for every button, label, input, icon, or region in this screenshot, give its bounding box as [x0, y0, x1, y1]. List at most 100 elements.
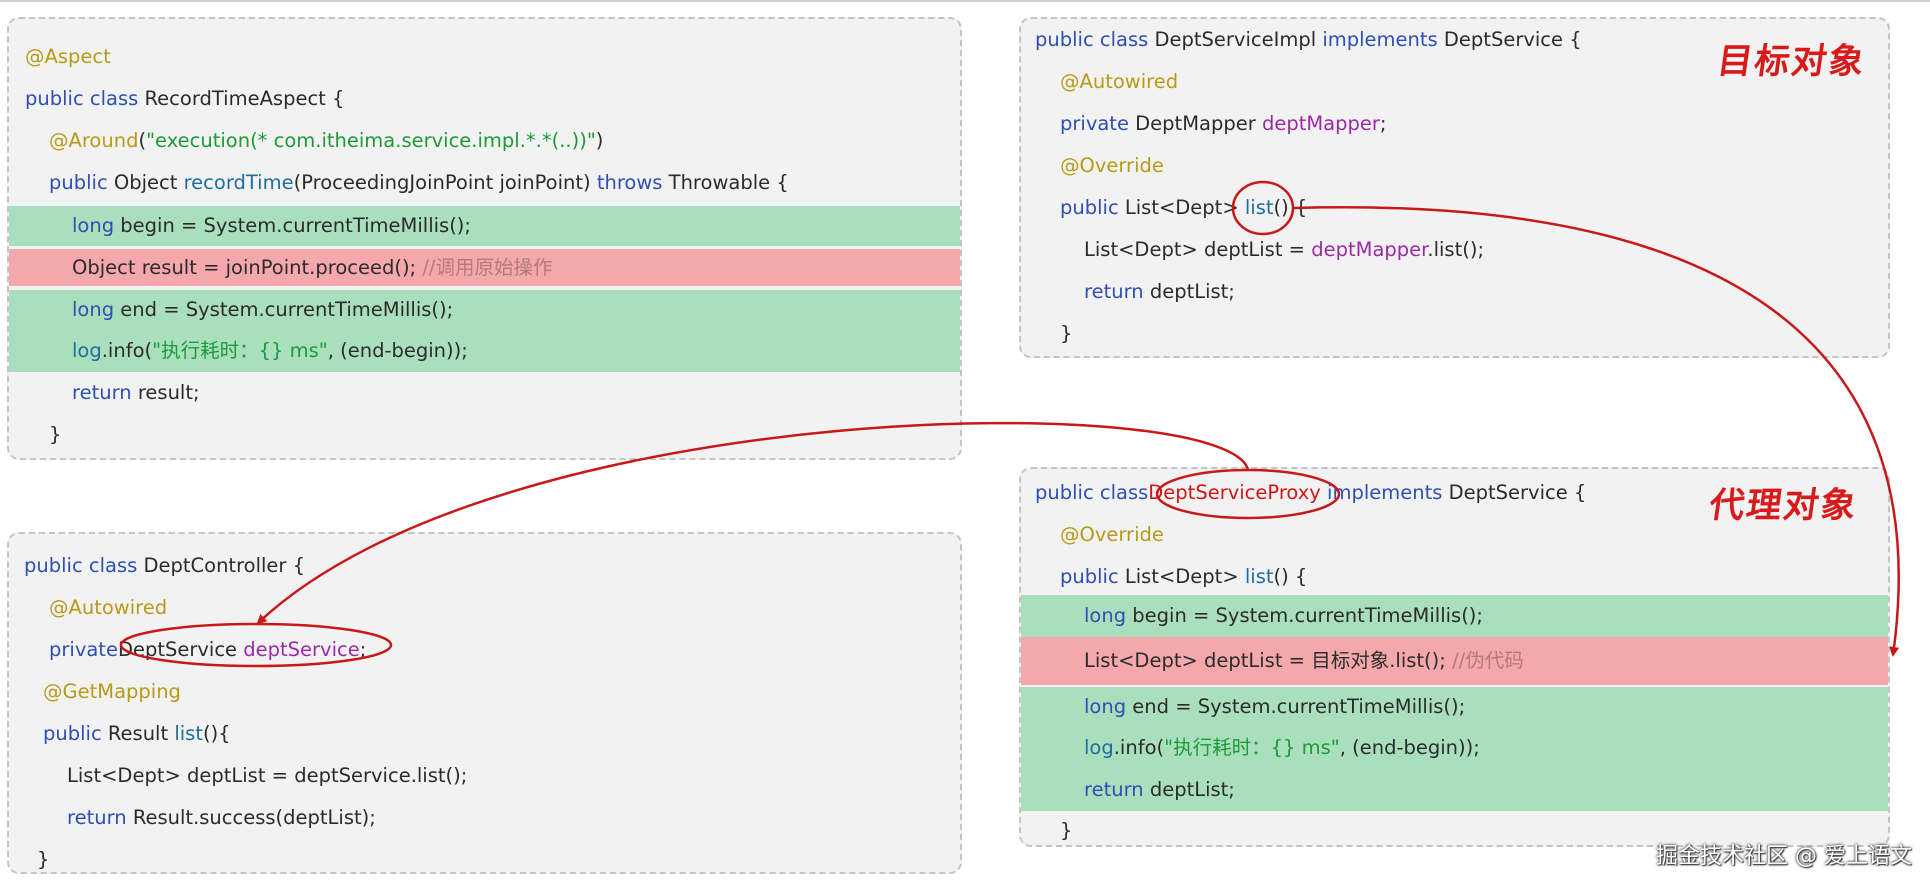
- controller-code-panel: public class DeptController { @Autowired…: [7, 532, 962, 874]
- controller-method-name: list: [174, 722, 203, 745]
- proxy-implements-kw: implements: [1327, 481, 1443, 504]
- top-border-line: [0, 0, 1930, 2]
- target-object-panel: public class DeptServiceImpl implements …: [1019, 17, 1890, 358]
- aspect-line-return: return result;: [9, 374, 960, 412]
- proxy-begin-statement: begin = System.currentTimeMillis();: [1126, 604, 1483, 627]
- target-override: @Override: [1060, 154, 1164, 177]
- controller-line-6: List<Dept> deptList = deptService.list()…: [9, 757, 960, 795]
- aspect-end-statement: end = System.currentTimeMillis();: [114, 298, 454, 321]
- proxy-kw-public: public: [1035, 481, 1094, 504]
- proxy-close-brace: }: [1060, 819, 1073, 842]
- proxy-line-return-highlight: return deptList;: [1021, 769, 1888, 811]
- target-private-kw: private: [1060, 112, 1129, 135]
- target-field-name: deptMapper: [1261, 112, 1380, 135]
- target-line-7: return deptList;: [1021, 273, 1888, 311]
- proxy-line-log-highlight: log.info("执行耗时：{} ms", (end-begin));: [1021, 727, 1888, 769]
- around-close: ): [595, 129, 604, 152]
- controller-method-return: Result: [101, 722, 175, 745]
- aspect-code-panel: @Aspect public class RecordTimeAspect { …: [7, 17, 962, 460]
- controller-method-tail: (){: [202, 722, 231, 745]
- proxy-line-target-call-highlight: List<Dept> deptList = 目标对象.list(); //伪代码: [1021, 637, 1888, 685]
- controller-getmapping: @GetMapping: [43, 680, 181, 703]
- controller-private-kw: private: [49, 638, 118, 661]
- proxy-object-panel: public classDeptServiceProxy implements …: [1019, 467, 1890, 847]
- aspect-line-proceed-highlight: Object result = joinPoint.proceed(); //调…: [9, 249, 960, 286]
- aspect-log-object: log: [72, 339, 102, 362]
- aspect-return-value: result;: [131, 381, 200, 404]
- controller-line-2: @Autowired: [9, 589, 960, 627]
- around-open: (: [138, 129, 147, 152]
- controller-line-1: public class DeptController {: [9, 547, 960, 585]
- controller-line-4: @GetMapping: [9, 673, 960, 711]
- controller-line-5: public Result list(){: [9, 715, 960, 753]
- target-kw-class: class: [1099, 28, 1149, 51]
- target-return-value: deptList;: [1143, 280, 1235, 303]
- target-return-kw: return: [1084, 280, 1144, 303]
- around-annotation: @Around: [49, 129, 139, 152]
- target-line-5: public List<Dept> list() {: [1021, 189, 1888, 227]
- controller-kw-class: class: [88, 554, 138, 577]
- target-kw-public: public: [1035, 28, 1094, 51]
- target-line-6: List<Dept> deptList = deptMapper.list();: [1021, 231, 1888, 269]
- aspect-kw-public: public: [25, 87, 84, 110]
- proxy-log-string: "执行耗时：{} ms": [1164, 736, 1340, 759]
- proxy-end-statement: end = System.currentTimeMillis();: [1126, 695, 1466, 718]
- controller-autowired: @Autowired: [49, 596, 168, 619]
- proxy-begin-type: long: [1084, 604, 1127, 627]
- proxy-kw-class: class: [1099, 481, 1149, 504]
- aspect-kw-class: class: [89, 87, 139, 110]
- target-line-4: @Override: [1021, 147, 1888, 185]
- proxy-override: @Override: [1060, 523, 1164, 546]
- proxy-target-call-comment: //伪代码: [1452, 649, 1524, 672]
- controller-return-kw: return: [67, 806, 127, 829]
- recordtime-return-type: Object: [107, 171, 184, 194]
- proxy-return-kw: return: [1084, 778, 1144, 801]
- controller-method-public: public: [43, 722, 102, 745]
- target-object-label: 目标对象: [1714, 41, 1869, 82]
- target-method-tail: () {: [1273, 196, 1308, 219]
- watermark-text: 掘金技术社区 @ 爱上语文: [1656, 844, 1912, 869]
- aspect-line-1: @Aspect: [9, 38, 960, 76]
- controller-field-type: DeptService: [117, 638, 244, 661]
- controller-return-value: Result.success(deptList);: [126, 806, 376, 829]
- recordtime-kw-public: public: [49, 171, 108, 194]
- proxy-target-call-statement: List<Dept> deptList = 目标对象.list();: [1084, 649, 1446, 672]
- aspect-line-log-highlight: log.info("执行耗时：{} ms", (end-begin));: [9, 330, 960, 372]
- aspect-return-kw: return: [72, 381, 132, 404]
- aspect-proceed-comment: //调用原始操作: [422, 256, 553, 279]
- aspect-annotation: @Aspect: [25, 45, 111, 68]
- aspect-class-name: RecordTimeAspect {: [138, 87, 345, 110]
- proxy-return-value: deptList;: [1143, 778, 1235, 801]
- target-assign-suffix: .list();: [1427, 238, 1485, 261]
- target-method-signature: List<Dept>: [1118, 196, 1245, 219]
- target-field-type: DeptMapper: [1128, 112, 1262, 135]
- controller-field-semicolon: ;: [359, 638, 367, 661]
- controller-line-3: privateDeptService deptService;: [9, 631, 960, 669]
- aspect-line-end-highlight: long end = System.currentTimeMillis();: [9, 290, 960, 330]
- controller-close-brace: }: [37, 848, 50, 871]
- target-field-semicolon: ;: [1379, 112, 1387, 135]
- target-method-public: public: [1060, 196, 1119, 219]
- aspect-line-close: }: [9, 416, 960, 454]
- controller-line-7: return Result.success(deptList);: [9, 799, 960, 837]
- controller-field-name: deptService: [243, 638, 360, 661]
- around-pointcut-expression: "execution(* com.itheima.service.impl.*.…: [146, 129, 596, 152]
- target-line-3: private DeptMapper deptMapper;: [1021, 105, 1888, 143]
- controller-line-8: }: [9, 841, 960, 872]
- target-assign-prefix: List<Dept> deptList =: [1084, 238, 1312, 261]
- aspect-log-string: "执行耗时：{} ms": [152, 339, 328, 362]
- target-close-brace: }: [1060, 322, 1073, 345]
- proxy-log-mid: .info(: [1113, 736, 1165, 759]
- recordtime-tail: Throwable {: [662, 171, 789, 194]
- controller-kw-public: public: [24, 554, 83, 577]
- aspect-log-tail: , (end-begin));: [327, 339, 468, 362]
- target-mapper-field: deptMapper: [1311, 238, 1428, 261]
- aspect-begin-type: long: [72, 214, 115, 237]
- aspect-line-4: public Object recordTime(ProceedingJoinP…: [9, 164, 960, 202]
- proxy-line-3: public List<Dept> list() {: [1021, 558, 1888, 596]
- target-autowired: @Autowired: [1060, 70, 1179, 93]
- proxy-log-tail: , (end-begin));: [1339, 736, 1480, 759]
- aspect-close-brace: }: [49, 423, 62, 446]
- target-line-8: }: [1021, 315, 1888, 353]
- proxy-method-tail: () {: [1273, 565, 1308, 588]
